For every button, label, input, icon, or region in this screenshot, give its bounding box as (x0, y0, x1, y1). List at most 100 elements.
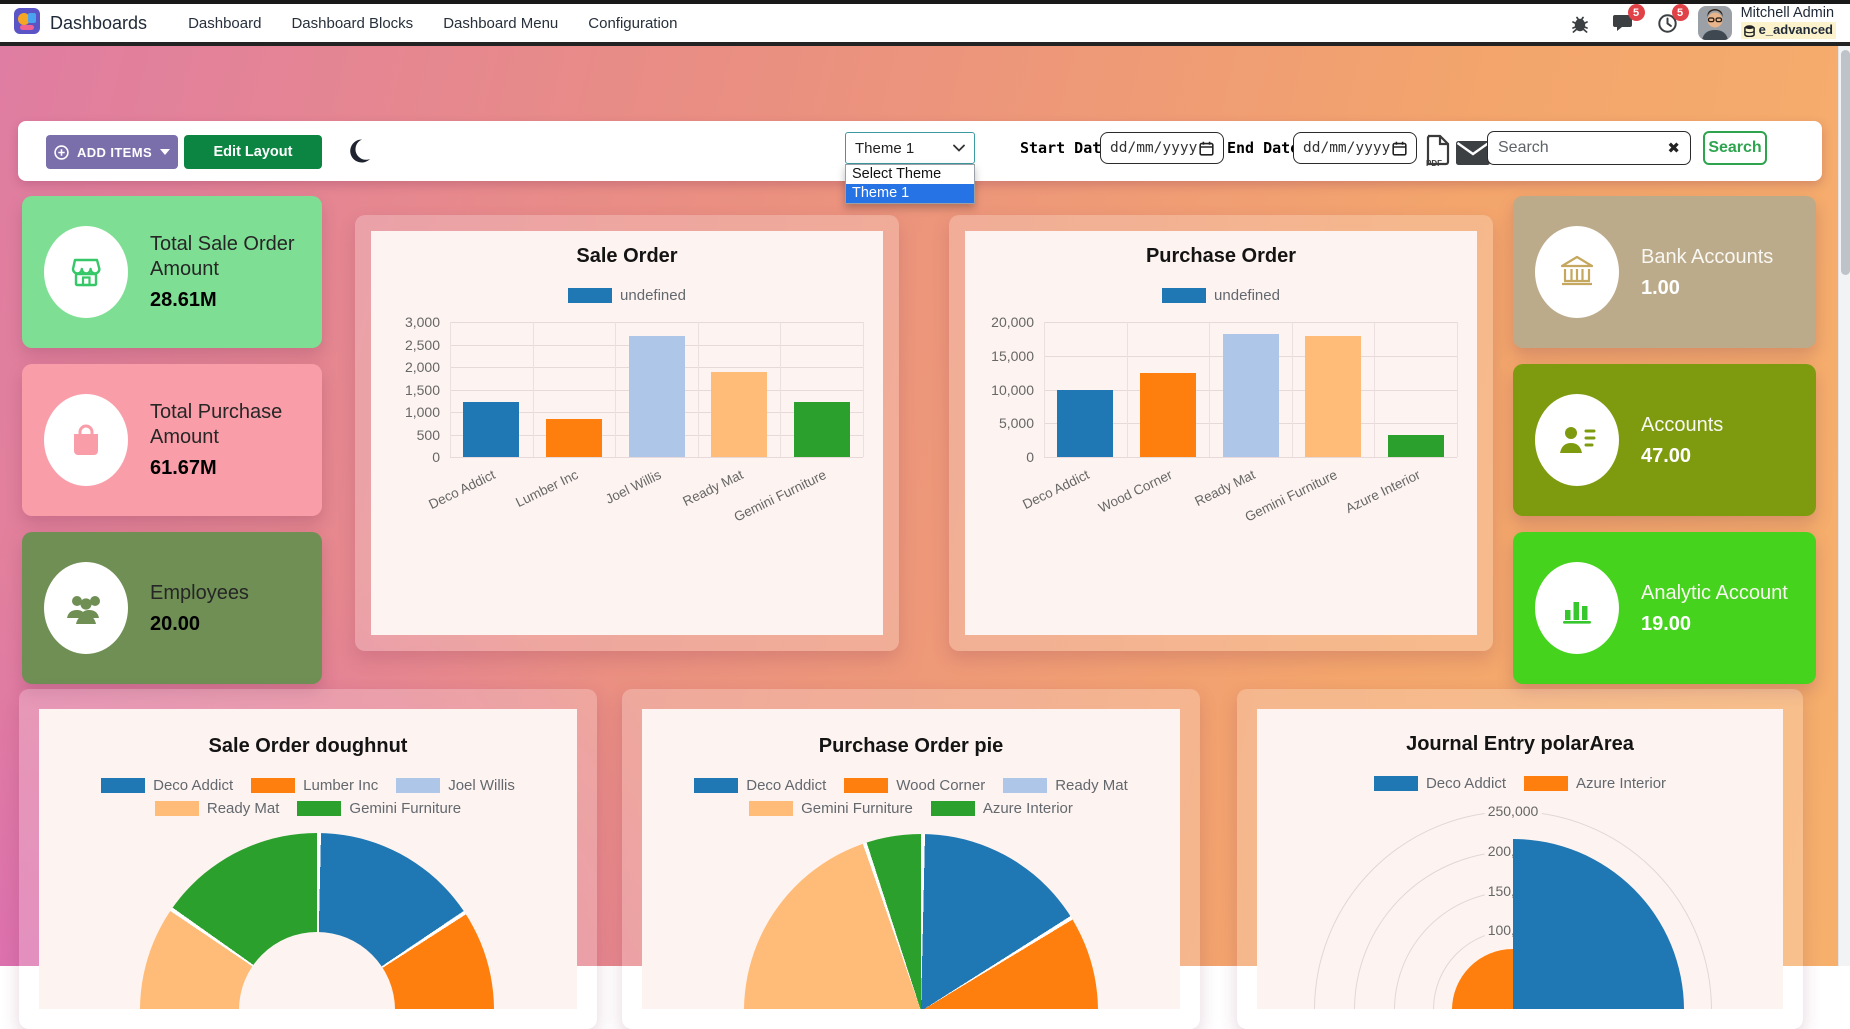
bar (1387, 434, 1444, 457)
search-input[interactable] (1498, 139, 1660, 157)
dark-mode-moon-icon[interactable] (344, 137, 372, 165)
legend-item[interactable]: Gemini Furniture (297, 800, 461, 817)
legend-item[interactable]: Ready Mat (1003, 777, 1128, 794)
legend-label: Deco Addict (746, 777, 827, 794)
chart-legend: Deco Addict Lumber Inc Joel Willis Ready Ma… (73, 777, 543, 817)
y-tick-label: 20,000 (991, 314, 1034, 330)
kpi-label: Employees (150, 581, 249, 604)
activities-clock-icon[interactable]: 5 (1654, 4, 1689, 37)
kpi-value: 19.00 (1641, 612, 1692, 635)
theme-options-dropdown: Select Theme Theme 1 (845, 164, 975, 204)
nav-item-dashboard-menu[interactable]: Dashboard Menu (443, 15, 558, 32)
clear-search-icon[interactable]: ✖ (1667, 139, 1680, 157)
y-tick-label: 1,500 (404, 381, 440, 398)
sale-order-doughnut-chart[interactable]: Sale Order doughnut Deco Addict Lumber Inc… (39, 709, 577, 1009)
legend-swatch (1373, 776, 1418, 791)
legend-label: Lumber Inc (303, 777, 379, 794)
chevron-down-icon (953, 144, 965, 152)
r-tick-label: 250,000 (1484, 803, 1542, 819)
messages-icon[interactable]: 5 (1610, 4, 1645, 37)
search-button[interactable]: Search (1703, 131, 1767, 165)
bar-plot-area: 0 5,000 10,000 15,000 20,000 Deco Addict Wood … (991, 314, 1458, 525)
bar-chart-icon (1535, 562, 1619, 654)
legend-item[interactable]: Joel Willis (396, 777, 515, 794)
caret-down-icon (160, 149, 171, 155)
legend-label: Deco Addict (153, 777, 234, 794)
legend-item[interactable]: undefined (1162, 287, 1280, 304)
theme-select-value: Theme 1 (855, 139, 915, 157)
kpi-employees[interactable]: Employees 20.00 (22, 532, 322, 684)
legend-item[interactable]: Deco Addict (694, 777, 826, 794)
legend-item[interactable]: Azure Interior (930, 800, 1073, 817)
kpi-total-purchase-amount[interactable]: Total Purchase Amount 61.67M (22, 364, 322, 516)
legend-label: undefined (1214, 287, 1280, 304)
legend-swatch (1003, 778, 1048, 793)
journal-entry-polar-chart[interactable]: Journal Entry polarArea Deco Addict Azure … (1257, 709, 1783, 1009)
edit-layout-button[interactable]: Edit Layout (184, 135, 322, 169)
page-scrollbar[interactable] (1838, 46, 1850, 966)
legend-item[interactable]: Deco Addict (101, 777, 233, 794)
chart-title: Sale Order doughnut (208, 735, 408, 757)
user-name: Mitchell Admin (1740, 5, 1835, 22)
database-name: e_advanced (1758, 22, 1833, 38)
legend-item[interactable]: Azure Interior (1524, 775, 1666, 792)
kpi-bank-accounts[interactable]: Bank Accounts 1.00 (1513, 196, 1816, 348)
kpi-value: 20.00 (150, 612, 201, 635)
app-brand[interactable]: Dashboards (14, 7, 147, 39)
kpi-analytic-account[interactable]: Analytic Account 19.00 (1513, 532, 1816, 684)
export-pdf-icon[interactable]: PDF (1424, 134, 1452, 173)
legend-item[interactable]: Wood Corner (844, 777, 985, 794)
send-mail-icon[interactable] (1456, 141, 1490, 170)
legend-item[interactable]: undefined (568, 287, 686, 304)
theme-option-select-theme[interactable]: Select Theme (846, 165, 974, 184)
add-items-button[interactable]: ADD ITEMS (46, 135, 178, 169)
purchase-order-chart-card: Purchase Order undefined 0 5,000 10,000 15,00… (949, 215, 1493, 651)
scrollbar-thumb[interactable] (1840, 50, 1850, 275)
end-date-input[interactable]: dd/mm/yyyy (1293, 132, 1417, 164)
chart-legend: Deco Addict Wood Corner Ready Mat Gemini Fu… (676, 777, 1146, 817)
pie-circle (744, 834, 1098, 1009)
bar (793, 401, 850, 457)
calendar-icon (1392, 141, 1407, 156)
legend-swatch (1162, 288, 1207, 303)
debug-bug-icon[interactable] (1566, 9, 1594, 37)
legend-swatch (251, 778, 296, 793)
legend-swatch (154, 801, 199, 816)
bar (1222, 333, 1279, 457)
legend-item[interactable]: Ready Mat (154, 800, 279, 817)
bar (1057, 390, 1114, 457)
legend-item[interactable]: Deco Addict (1373, 775, 1506, 792)
legend-swatch (568, 288, 613, 303)
bank-icon (1535, 226, 1619, 318)
purchase-order-pie-chart[interactable]: Purchase Order pie Deco Addict Wood Corner… (642, 709, 1180, 1009)
theme-option-theme-1[interactable]: Theme 1 (846, 184, 974, 203)
y-tick-label: 0 (1026, 449, 1034, 465)
kpi-value: 47.00 (1641, 444, 1692, 467)
bar (463, 401, 520, 457)
sale-order-doughnut-card: Sale Order doughnut Deco Addict Lumber Inc… (19, 689, 597, 1029)
y-tick-label: 10,000 (991, 381, 1034, 398)
kpi-label: Bank Accounts (1641, 245, 1774, 268)
purchase-order-bar-chart[interactable]: Purchase Order undefined 0 5,000 10,000 15,00… (965, 231, 1477, 635)
theme-select[interactable]: Theme 1 (845, 132, 975, 164)
user-menu[interactable]: Mitchell Admin e_advanced (1697, 4, 1836, 41)
legend-swatch (844, 778, 889, 793)
nav-item-dashboard[interactable]: Dashboard (188, 15, 261, 32)
y-tick-label: 0 (432, 449, 440, 465)
legend-item[interactable]: Lumber Inc (251, 777, 378, 794)
legend-swatch (930, 801, 975, 816)
dashboards-app-icon (14, 7, 40, 39)
kpi-accounts[interactable]: Accounts 47.00 (1513, 364, 1816, 516)
nav-item-dashboard-blocks[interactable]: Dashboard Blocks (291, 15, 413, 32)
legend-item[interactable]: Gemini Furniture (749, 800, 913, 817)
kpi-value: 28.61M (150, 289, 217, 311)
legend-swatch (297, 801, 342, 816)
start-date-input[interactable]: dd/mm/yyyy (1100, 132, 1224, 164)
y-tick-label: 2,000 (404, 359, 440, 375)
legend-swatch (396, 778, 441, 793)
sale-order-bar-chart[interactable]: Sale Order undefined 0 500 1,000 1,500 2,000 2,… (371, 231, 883, 635)
calendar-icon (1199, 141, 1214, 156)
legend-label: undefined (620, 287, 686, 304)
kpi-total-sale-order-amount[interactable]: Total Sale Order Amount 28.61M (22, 196, 322, 348)
nav-item-configuration[interactable]: Configuration (588, 15, 677, 32)
